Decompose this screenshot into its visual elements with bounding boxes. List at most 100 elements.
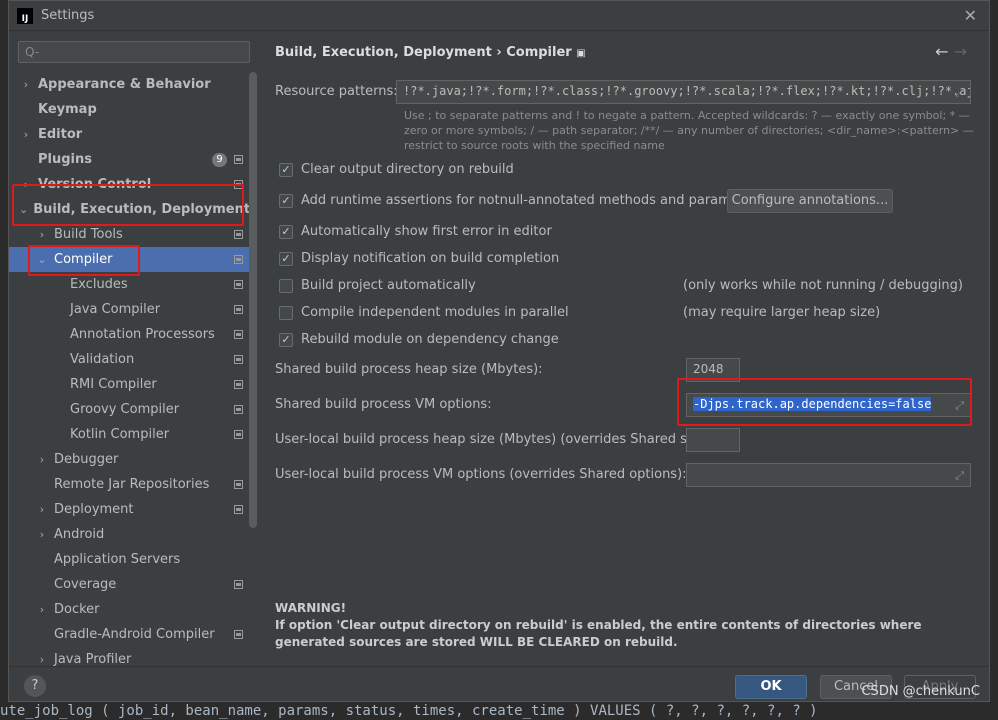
sidebar-item-label: Deployment	[54, 502, 134, 517]
checkbox-checked[interactable]: ✓	[279, 224, 293, 239]
sidebar-item[interactable]: Kotlin Compiler	[9, 422, 249, 447]
sidebar-item[interactable]: Coverage	[9, 572, 249, 597]
chevron-icon[interactable]: ›	[35, 603, 49, 616]
sidebar-item[interactable]: Java Compiler	[9, 297, 249, 322]
warning: WARNING! If option 'Clear output directo…	[275, 600, 975, 651]
project-level-icon	[234, 155, 243, 164]
local-heap-label: User-local build process heap size (Mbyt…	[275, 432, 715, 447]
forward-arrow-icon[interactable]: →	[954, 42, 967, 61]
highlight-box	[28, 245, 140, 276]
chevron-icon[interactable]: ›	[35, 453, 49, 466]
checkbox-option[interactable]: ✓ Clear output directory on rebuild	[279, 162, 514, 177]
project-level-icon	[234, 580, 243, 589]
chevron-icon[interactable]: ›	[19, 128, 33, 141]
resource-patterns-value: !?*.java;!?*.form;!?*.class;!?*.groovy;!…	[403, 84, 971, 98]
sidebar-item[interactable]: Application Servers	[9, 547, 249, 572]
project-level-icon	[234, 230, 243, 239]
sidebar-item-label: Build Tools	[54, 227, 123, 242]
project-level-icon	[234, 305, 243, 314]
expand-icon[interactable]: ⤢	[955, 86, 964, 100]
checkbox-checked[interactable]: ✓	[279, 332, 293, 347]
checkbox-checked[interactable]: ✓	[279, 162, 293, 177]
checkbox-option[interactable]: Build project automatically	[279, 278, 476, 293]
sidebar-item[interactable]: RMI Compiler	[9, 372, 249, 397]
checkbox-option[interactable]: ✓ Automatically show first error in edito…	[279, 224, 552, 239]
chevron-icon[interactable]: ›	[35, 228, 49, 241]
highlight-box	[677, 378, 972, 426]
warning-title: WARNING!	[275, 601, 347, 615]
app-logo: IJ	[17, 7, 33, 24]
sidebar-item[interactable]: Groovy Compiler	[9, 397, 249, 422]
sidebar-item[interactable]: › Java Profiler	[9, 647, 249, 666]
resource-patterns-input[interactable]: !?*.java;!?*.form;!?*.class;!?*.groovy;!…	[396, 80, 971, 104]
project-level-icon	[234, 480, 243, 489]
sidebar-item-label: Gradle-Android Compiler	[54, 627, 215, 642]
project-level-icon	[234, 255, 243, 264]
checkbox-unchecked[interactable]	[279, 305, 293, 320]
sidebar-item[interactable]: › Docker	[9, 597, 249, 622]
checkbox-option[interactable]: ✓ Rebuild module on dependency change	[279, 332, 559, 347]
background-editor-code: ute_job_log ( job_id, bean_name, params,…	[0, 703, 818, 719]
sidebar-item[interactable]: › Appearance & Behavior	[9, 72, 249, 97]
ok-button[interactable]: OK	[735, 675, 807, 699]
chevron-icon[interactable]: ›	[35, 653, 49, 666]
checkbox-checked[interactable]: ✓	[279, 193, 293, 208]
sidebar-item-label: Excludes	[70, 277, 128, 292]
sidebar-item[interactable]: Gradle-Android Compiler	[9, 622, 249, 647]
sidebar-item-label: Appearance & Behavior	[38, 77, 211, 92]
settings-tree: › Appearance & Behavior Keymap › Editor Plugi…	[9, 72, 250, 666]
title-bar: IJ Settings ✕	[9, 1, 989, 31]
sidebar-item[interactable]: › Android	[9, 522, 249, 547]
project-level-icon	[234, 280, 243, 289]
checkbox-unchecked[interactable]	[279, 278, 293, 293]
sidebar-item[interactable]: Annotation Processors	[9, 322, 249, 347]
sidebar-item-label: RMI Compiler	[70, 377, 157, 392]
checkbox-note: (only works while not running / debuggin…	[683, 278, 963, 293]
configure-annotations-button[interactable]: Configure annotations...	[727, 189, 893, 213]
checkbox-option[interactable]: Compile independent modules in parallel	[279, 305, 569, 320]
sidebar-item[interactable]: Remote Jar Repositories	[9, 472, 249, 497]
chevron-icon[interactable]: ›	[35, 528, 49, 541]
chevron-icon[interactable]: ›	[19, 78, 33, 91]
local-heap-input[interactable]	[686, 428, 740, 452]
project-level-icon	[234, 430, 243, 439]
checkbox-option[interactable]: ✓ Add runtime assertions for notnull-anno…	[279, 193, 764, 208]
sidebar-item[interactable]: Validation	[9, 347, 249, 372]
search-input[interactable]: Q-	[18, 41, 250, 63]
local-vm-input[interactable]: ⤢	[686, 463, 971, 487]
project-level-icon	[234, 505, 243, 514]
checkbox-label: Compile independent modules in parallel	[301, 305, 569, 320]
checkbox-label: Rebuild module on dependency change	[301, 332, 559, 347]
checkbox-label: Display notification on build completion	[301, 251, 560, 266]
expand-icon[interactable]: ⤢	[955, 469, 964, 483]
checkbox-checked[interactable]: ✓	[279, 251, 293, 266]
project-level-icon	[234, 630, 243, 639]
checkbox-option[interactable]: ✓ Display notification on build completio…	[279, 251, 559, 266]
sidebar-item-label: Editor	[38, 127, 83, 142]
checkbox-label: Build project automatically	[301, 278, 476, 293]
sidebar-item-label: Annotation Processors	[70, 327, 215, 342]
sidebar-item[interactable]: Keymap	[9, 97, 249, 122]
checkbox-label: Automatically show first error in editor	[301, 224, 552, 239]
checkbox-label: Clear output directory on rebuild	[301, 162, 514, 177]
window-title: Settings	[41, 8, 95, 23]
sidebar-item[interactable]: › Deployment	[9, 497, 249, 522]
sidebar-item-label: Kotlin Compiler	[70, 427, 170, 442]
back-arrow-icon[interactable]: ←	[935, 42, 948, 61]
chevron-icon[interactable]: ›	[35, 503, 49, 516]
checkbox-label: Add runtime assertions for notnull-annot…	[301, 193, 765, 208]
sidebar-item-label: Coverage	[54, 577, 117, 592]
sidebar-item[interactable]: Plugins 9	[9, 147, 249, 172]
breadcrumb: Build, Execution, Deployment › Compiler …	[275, 45, 586, 60]
project-level-icon	[234, 355, 243, 364]
close-icon[interactable]: ✕	[964, 6, 977, 25]
warning-text: If option 'Clear output directory on reb…	[275, 618, 922, 649]
local-vm-label: User-local build process VM options (ove…	[275, 467, 687, 482]
sidebar-scrollbar[interactable]	[249, 72, 257, 528]
help-button[interactable]: ?	[24, 675, 46, 697]
settings-dialog: IJ Settings ✕ Q- › Appearance & Behavior K…	[8, 0, 990, 702]
sidebar-item[interactable]: › Debugger	[9, 447, 249, 472]
sidebar-item[interactable]: › Editor	[9, 122, 249, 147]
sidebar-item-label: Docker	[54, 602, 100, 617]
sidebar-item-label: Java Profiler	[54, 652, 132, 666]
